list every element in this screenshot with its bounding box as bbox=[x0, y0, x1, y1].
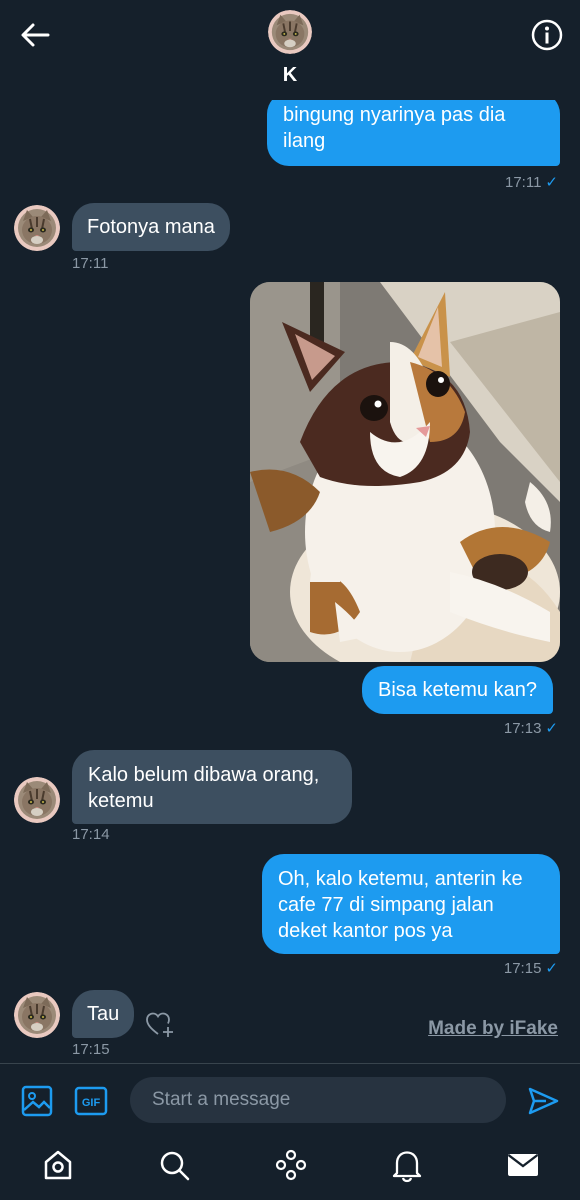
read-check-icon: ✓ bbox=[545, 174, 558, 191]
message-text: Oh, kalo ketemu, anterin ke bbox=[278, 868, 523, 890]
message-timestamp: 17:11 ✓ bbox=[504, 174, 558, 191]
bell-icon bbox=[392, 1151, 422, 1183]
cat-avatar-image bbox=[268, 10, 312, 54]
chat-header: K bbox=[0, 0, 580, 100]
tab-notifications[interactable] bbox=[389, 1147, 425, 1183]
incoming-message[interactable]: Fotonya mana bbox=[72, 203, 230, 251]
bottom-tab-bar bbox=[0, 1135, 580, 1200]
message-timestamp: 17:15 ✓ bbox=[503, 960, 558, 977]
arrow-left-icon bbox=[21, 23, 50, 47]
watermark-link[interactable]: Made by iFake bbox=[428, 1018, 558, 1040]
outgoing-message[interactable]: Oh, kalo ketemu, anterin ke cafe 77 di s… bbox=[262, 854, 560, 954]
sender-avatar[interactable] bbox=[14, 992, 60, 1038]
incoming-message[interactable]: Kalo belum dibawa orang, ketemu bbox=[72, 750, 352, 824]
sender-avatar[interactable] bbox=[14, 777, 60, 823]
spaces-icon bbox=[275, 1149, 307, 1181]
send-icon bbox=[528, 1087, 559, 1115]
tab-home[interactable] bbox=[40, 1147, 76, 1183]
message-text: ketemu bbox=[88, 790, 154, 812]
info-icon bbox=[531, 19, 563, 51]
back-button[interactable] bbox=[18, 18, 52, 52]
message-text: Tau bbox=[87, 1003, 120, 1025]
incoming-message[interactable]: Tau bbox=[72, 990, 135, 1038]
svg-text:GIF: GIF bbox=[82, 1097, 101, 1109]
send-button[interactable] bbox=[526, 1084, 560, 1118]
read-check-icon: ✓ bbox=[545, 960, 558, 977]
heart-plus-icon bbox=[146, 1012, 173, 1037]
message-text: cafe 77 di simpang jalan bbox=[278, 894, 494, 916]
media-button[interactable] bbox=[20, 1084, 54, 1118]
message-text: Kalo belum dibawa orang, bbox=[88, 764, 320, 786]
react-button[interactable] bbox=[146, 1012, 174, 1038]
message-text: ilang bbox=[283, 130, 326, 152]
tab-messages[interactable] bbox=[505, 1147, 541, 1183]
mail-icon bbox=[507, 1154, 539, 1176]
tab-spaces[interactable] bbox=[273, 1147, 309, 1183]
message-text: Bisa ketemu kan? bbox=[378, 679, 537, 701]
cat-photo-image bbox=[250, 282, 560, 662]
contact-avatar[interactable] bbox=[268, 10, 312, 54]
info-button[interactable] bbox=[530, 18, 564, 52]
outgoing-message[interactable]: Bisa ketemu kan? bbox=[362, 666, 553, 714]
outgoing-message[interactable]: bingung nyarinya pas dia ilang bbox=[267, 100, 560, 166]
message-text: bingung nyarinya pas dia bbox=[283, 104, 506, 126]
message-timestamp: 17:14 bbox=[72, 826, 110, 843]
message-text: Fotonya mana bbox=[87, 216, 215, 238]
message-input[interactable] bbox=[130, 1077, 506, 1123]
contact-name[interactable]: K bbox=[0, 64, 580, 87]
tab-search[interactable] bbox=[156, 1147, 192, 1183]
sender-avatar[interactable] bbox=[14, 205, 60, 251]
search-icon bbox=[160, 1151, 190, 1181]
read-check-icon: ✓ bbox=[545, 720, 558, 737]
message-timestamp: 17:11 bbox=[72, 255, 109, 272]
message-composer: GIF bbox=[0, 1063, 580, 1135]
message-text: deket kantor pos ya bbox=[278, 920, 453, 942]
message-timestamp: 17:13 ✓ bbox=[503, 720, 558, 737]
calico-cat-photo[interactable] bbox=[250, 282, 560, 662]
gif-icon: GIF bbox=[74, 1086, 108, 1116]
message-list[interactable]: bingung nyarinya pas dia ilang 17:11 ✓ Fo… bbox=[0, 100, 580, 1062]
home-icon bbox=[44, 1150, 72, 1180]
gif-button[interactable]: GIF bbox=[74, 1086, 108, 1116]
message-timestamp: 17:15 bbox=[72, 1041, 110, 1058]
image-icon bbox=[21, 1085, 53, 1117]
